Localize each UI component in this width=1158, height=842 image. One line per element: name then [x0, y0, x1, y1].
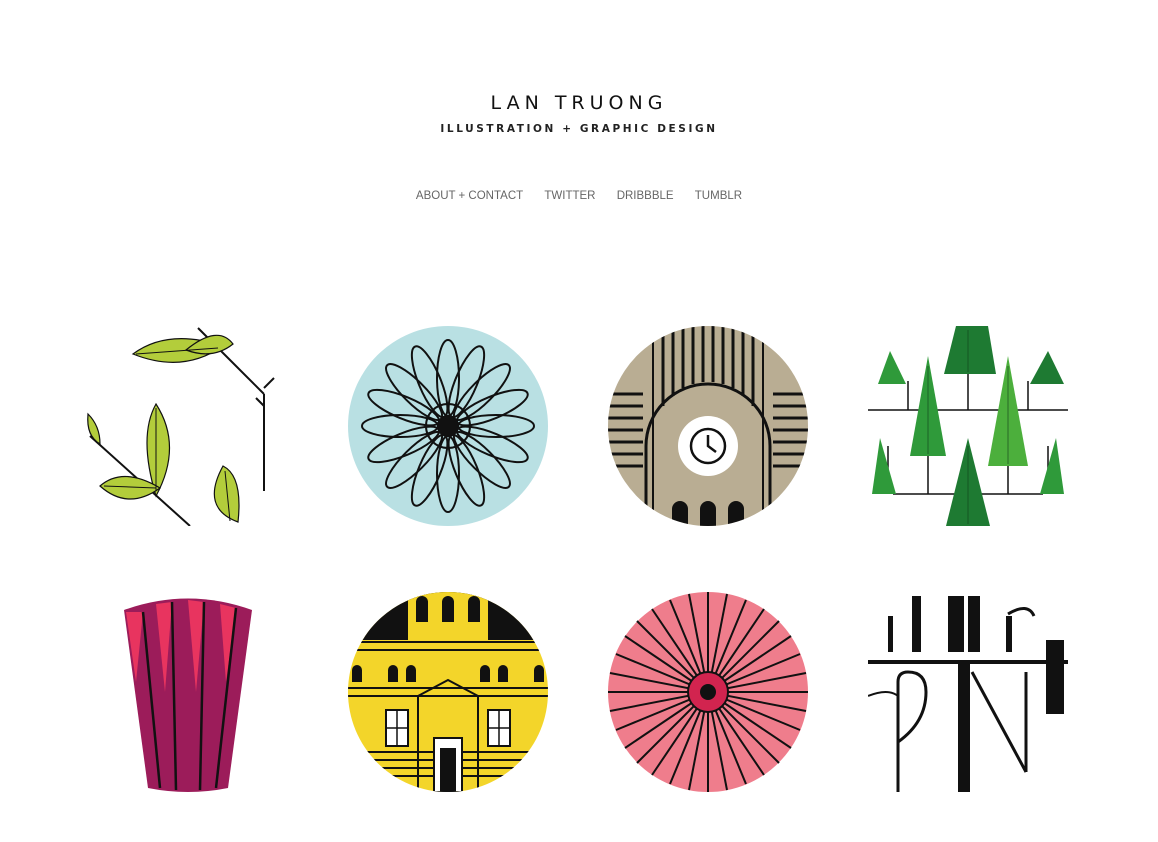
site-title[interactable]: LAN TRUONG — [0, 92, 1158, 114]
portfolio-tile-umbrella[interactable] — [608, 592, 808, 792]
nav-twitter-link[interactable]: TWITTER — [544, 190, 595, 202]
blue-flower-icon — [348, 326, 548, 526]
site-tagline: ILLUSTRATION + GRAPHIC DESIGN — [440, 123, 718, 135]
pink-petal-icon — [124, 598, 252, 792]
portfolio-tile-trees[interactable] — [868, 326, 1068, 526]
typographic-lettering-icon — [868, 596, 1068, 792]
clock-tower-icon — [608, 326, 808, 526]
nav-tumblr-link[interactable]: TUMBLR — [695, 190, 742, 202]
portfolio-tile-leaves[interactable] — [78, 326, 278, 526]
leaves-branch-icon — [87, 327, 275, 526]
portfolio-tile-building[interactable] — [348, 592, 548, 792]
portfolio-tile-flower[interactable] — [348, 326, 548, 526]
yellow-building-icon — [348, 592, 548, 792]
main-nav: ABOUT + CONTACT TWITTER DRIBBBLE TUMBLR — [0, 190, 1158, 202]
portfolio-tile-petal[interactable] — [88, 592, 288, 792]
nav-about-contact-link[interactable]: ABOUT + CONTACT — [416, 190, 523, 202]
portfolio-tile-clock-tower[interactable] — [608, 326, 808, 526]
portfolio-tile-lettering[interactable] — [868, 592, 1068, 792]
pink-umbrella-icon — [608, 592, 808, 792]
pine-trees-icon — [868, 326, 1068, 526]
nav-dribbble-link[interactable]: DRIBBBLE — [617, 190, 674, 202]
